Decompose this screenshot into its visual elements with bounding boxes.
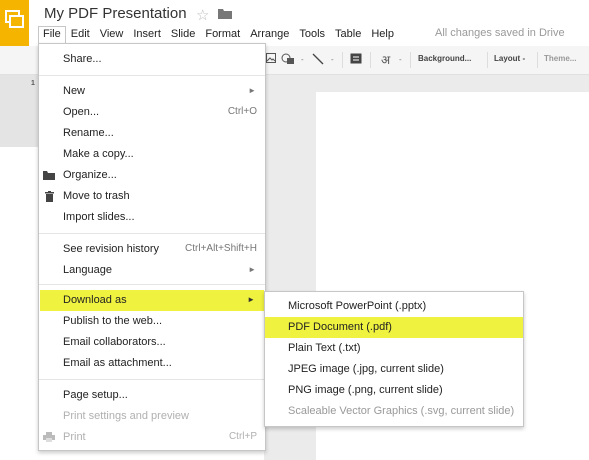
menu-divider [39, 75, 265, 76]
image-icon[interactable] [266, 53, 276, 66]
menu-item-print-settings[interactable]: Print settings and preview [39, 406, 265, 427]
menu-item-label: Rename... [63, 127, 114, 139]
menu-item-label: Download as [63, 294, 127, 306]
menu-item-label: Import slides... [63, 211, 135, 223]
shape-icon[interactable] [281, 53, 297, 68]
toolbar-divider [410, 52, 411, 68]
menu-item-open[interactable]: Open... Ctrl+O [39, 102, 265, 123]
printer-icon [43, 432, 55, 445]
submenu-arrow-icon: ► [248, 86, 256, 95]
menu-item-label: Move to trash [63, 190, 130, 202]
menu-tools[interactable]: Tools [294, 26, 330, 43]
menu-item-label: Plain Text (.txt) [288, 342, 361, 354]
menu-item-label: PNG image (.png, current slide) [288, 384, 443, 396]
menu-item-revision-history[interactable]: See revision history Ctrl+Alt+Shift+H [39, 239, 265, 260]
toolbar-divider [487, 52, 488, 68]
menu-view[interactable]: View [95, 26, 129, 43]
menu-item-share[interactable]: Share... [39, 49, 265, 70]
menu-item-email-attachment[interactable]: Email as attachment... [39, 353, 265, 374]
trash-icon [45, 191, 54, 205]
folder-icon[interactable] [218, 8, 232, 22]
submenu-arrow-icon: ► [248, 265, 256, 274]
comment-icon[interactable] [350, 53, 362, 68]
menu-item-label: Organize... [63, 169, 117, 181]
background-button[interactable]: Background... [418, 54, 471, 63]
menu-item-label: JPEG image (.jpg, current slide) [288, 363, 444, 375]
line-dropdown-icon[interactable]: - [331, 55, 334, 64]
input-tools-dropdown-icon[interactable]: - [399, 55, 402, 64]
save-status: All changes saved in Drive [435, 27, 565, 39]
menu-item-email-collaborators[interactable]: Email collaborators... [39, 332, 265, 353]
menu-insert[interactable]: Insert [128, 26, 166, 43]
theme-button[interactable]: Theme... [544, 54, 576, 63]
menubar: File Edit View Insert Slide Format Arran… [38, 25, 399, 43]
menu-divider [39, 233, 265, 234]
menu-item-language[interactable]: Language ► [39, 260, 265, 281]
menu-item-rename[interactable]: Rename... [39, 123, 265, 144]
menu-arrange[interactable]: Arrange [245, 26, 294, 43]
menu-item-label: Share... [63, 53, 102, 65]
menu-item-make-copy[interactable]: Make a copy... [39, 144, 265, 165]
menu-item-download-as[interactable]: Download as ► [40, 290, 264, 311]
menu-item-label: Email as attachment... [63, 357, 172, 369]
menu-item-move-to-trash[interactable]: Move to trash [39, 186, 265, 207]
menu-file[interactable]: File [38, 25, 66, 43]
layout-button[interactable]: Layout - [494, 54, 525, 63]
menu-divider [39, 284, 265, 285]
slide-number: 1 [31, 80, 35, 87]
download-svg[interactable]: Scaleable Vector Graphics (.svg, current… [265, 401, 523, 422]
download-pptx[interactable]: Microsoft PowerPoint (.pptx) [265, 296, 523, 317]
menu-item-import-slides[interactable]: Import slides... [39, 207, 265, 228]
shortcut-text: Ctrl+Alt+Shift+H [185, 243, 257, 254]
submenu-arrow-icon: ► [247, 295, 255, 304]
menu-format[interactable]: Format [200, 26, 245, 43]
download-png[interactable]: PNG image (.png, current slide) [265, 380, 523, 401]
menu-item-label: Microsoft PowerPoint (.pptx) [288, 300, 427, 312]
file-menu: Share... New ► Open... Ctrl+O Rename... … [38, 43, 266, 451]
menu-table[interactable]: Table [330, 26, 366, 43]
slides-logo-icon[interactable] [0, 0, 29, 46]
menu-item-page-setup[interactable]: Page setup... [39, 385, 265, 406]
menu-help[interactable]: Help [366, 26, 399, 43]
document-title[interactable]: My PDF Presentation [44, 5, 187, 22]
download-submenu: Microsoft PowerPoint (.pptx) PDF Documen… [264, 291, 524, 427]
shortcut-text: Ctrl+P [228, 431, 257, 442]
menu-item-new[interactable]: New ► [39, 81, 265, 102]
menu-item-label: See revision history [63, 243, 159, 255]
menu-item-label: Scaleable Vector Graphics (.svg, current… [288, 405, 515, 417]
folder-icon [43, 170, 55, 183]
download-txt[interactable]: Plain Text (.txt) [265, 338, 523, 359]
menu-item-label: New [63, 85, 86, 97]
shape-dropdown-icon[interactable]: - [301, 55, 304, 64]
download-pdf[interactable]: PDF Document (.pdf) [265, 317, 523, 338]
menu-item-label: Print [63, 431, 86, 443]
input-tools-icon[interactable]: अ [381, 51, 390, 68]
menu-item-print[interactable]: Print Ctrl+P [39, 427, 265, 448]
menu-item-label: Open... [63, 106, 100, 118]
menu-slide[interactable]: Slide [166, 26, 200, 43]
toolbar-divider [342, 52, 343, 68]
menu-item-organize[interactable]: Organize... [39, 165, 265, 186]
line-icon[interactable] [312, 53, 324, 68]
shortcut-text: Ctrl+O [227, 106, 257, 117]
menu-item-label: PDF Document (.pdf) [288, 321, 392, 333]
toolbar-divider [370, 52, 371, 68]
star-icon[interactable]: ☆ [196, 6, 209, 24]
menu-item-publish[interactable]: Publish to the web... [39, 311, 265, 332]
toolbar-divider [537, 52, 538, 68]
menu-edit[interactable]: Edit [66, 26, 95, 43]
menu-divider [39, 379, 265, 380]
menu-item-label: Page setup... [63, 389, 128, 401]
menu-item-label: Language [63, 264, 112, 276]
menu-item-label: Print settings and preview [63, 410, 189, 422]
download-jpg[interactable]: JPEG image (.jpg, current slide) [265, 359, 523, 380]
menu-item-label: Publish to the web... [63, 315, 163, 327]
menu-item-label: Make a copy... [63, 148, 134, 160]
menu-item-label: Email collaborators... [63, 336, 166, 348]
